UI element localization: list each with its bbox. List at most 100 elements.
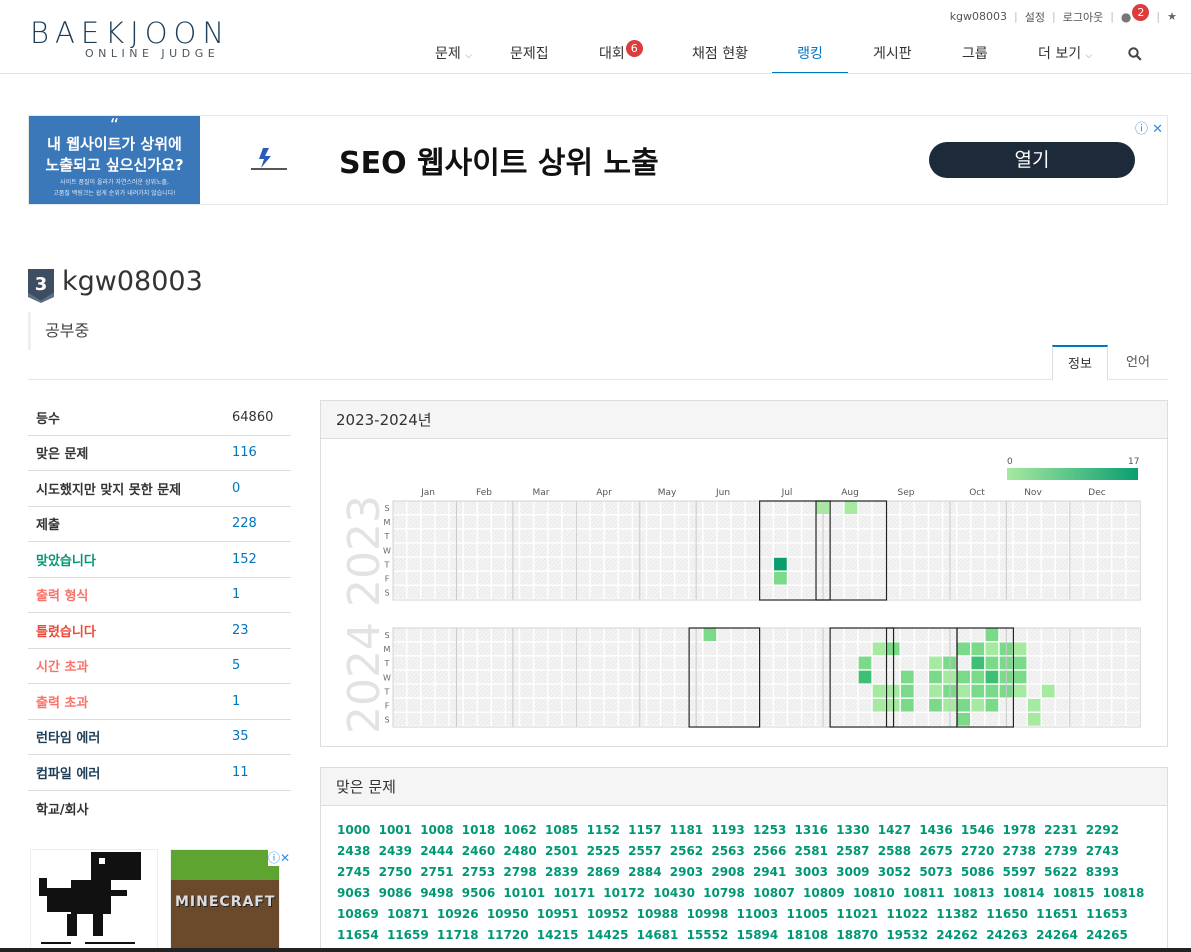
problem-link[interactable]: 11718 bbox=[437, 928, 479, 942]
problem-link[interactable]: 10172 bbox=[603, 886, 645, 900]
problem-link[interactable]: 2869 bbox=[587, 865, 620, 879]
problem-link[interactable]: 1253 bbox=[753, 823, 786, 837]
problem-link[interactable]: 1330 bbox=[836, 823, 869, 837]
problem-link[interactable]: 10798 bbox=[703, 886, 745, 900]
problem-link[interactable]: 2566 bbox=[753, 844, 786, 858]
problem-link[interactable]: 3052 bbox=[878, 865, 911, 879]
stat-value[interactable]: 228 bbox=[232, 516, 257, 531]
star-icon[interactable]: ★ bbox=[1167, 10, 1177, 23]
problem-link[interactable]: 10813 bbox=[953, 886, 995, 900]
problem-link[interactable]: 5622 bbox=[1044, 865, 1077, 879]
problem-link[interactable]: 10998 bbox=[687, 907, 729, 921]
problem-link[interactable]: 1181 bbox=[670, 823, 703, 837]
problem-link[interactable]: 10952 bbox=[587, 907, 629, 921]
problem-link[interactable]: 1316 bbox=[795, 823, 828, 837]
search-icon[interactable] bbox=[1128, 34, 1142, 74]
problem-link[interactable]: 18870 bbox=[836, 928, 878, 942]
problem-link[interactable]: 8393 bbox=[1086, 865, 1119, 879]
problem-link[interactable]: 2480 bbox=[503, 844, 536, 858]
problem-link[interactable]: 2525 bbox=[587, 844, 620, 858]
ad-banner[interactable]: “ 내 웹사이트가 상위에 노출되고 싶으신가요? 사이트 품질이 올라가 자연… bbox=[28, 115, 1168, 205]
problem-link[interactable]: 1062 bbox=[503, 823, 536, 837]
stat-value[interactable]: 35 bbox=[232, 729, 249, 744]
problem-link[interactable]: 2753 bbox=[462, 865, 495, 879]
problem-link[interactable]: 2751 bbox=[420, 865, 453, 879]
problem-link[interactable]: 1008 bbox=[420, 823, 453, 837]
problem-link[interactable]: 1157 bbox=[628, 823, 661, 837]
problem-link[interactable]: 2941 bbox=[753, 865, 786, 879]
problem-link[interactable]: 2501 bbox=[545, 844, 578, 858]
problem-link[interactable]: 10950 bbox=[487, 907, 529, 921]
problem-link[interactable]: 10171 bbox=[553, 886, 595, 900]
stat-value[interactable]: 1 bbox=[232, 587, 240, 602]
problem-link[interactable]: 2720 bbox=[961, 844, 994, 858]
problem-link[interactable]: 2675 bbox=[919, 844, 952, 858]
problem-link[interactable]: 10811 bbox=[903, 886, 945, 900]
problem-link[interactable]: 10869 bbox=[337, 907, 379, 921]
problem-link[interactable]: 10815 bbox=[1053, 886, 1095, 900]
problem-link[interactable]: 11651 bbox=[1036, 907, 1078, 921]
problem-link[interactable]: 1085 bbox=[545, 823, 578, 837]
problem-link[interactable]: 2231 bbox=[1044, 823, 1077, 837]
stat-value[interactable]: 23 bbox=[232, 623, 249, 638]
problem-link[interactable]: 2739 bbox=[1044, 844, 1077, 858]
problem-link[interactable]: 2908 bbox=[711, 865, 744, 879]
problem-link[interactable]: 2798 bbox=[503, 865, 536, 879]
tab-language[interactable]: 언어 bbox=[1112, 345, 1164, 381]
stat-value[interactable]: 152 bbox=[232, 552, 257, 567]
ad-open-button[interactable]: 열기 bbox=[929, 142, 1135, 178]
logout-link[interactable]: 로그아웃 bbox=[1063, 9, 1103, 25]
problem-link[interactable]: 2460 bbox=[462, 844, 495, 858]
problem-link[interactable]: 18108 bbox=[786, 928, 828, 942]
problem-link[interactable]: 10871 bbox=[387, 907, 429, 921]
problem-link[interactable]: 2903 bbox=[670, 865, 703, 879]
problem-link[interactable]: 2562 bbox=[670, 844, 703, 858]
problem-link[interactable]: 2581 bbox=[795, 844, 828, 858]
problem-link[interactable]: 11653 bbox=[1086, 907, 1128, 921]
problem-link[interactable]: 10810 bbox=[853, 886, 895, 900]
problem-link[interactable]: 1427 bbox=[878, 823, 911, 837]
problem-link[interactable]: 24265 bbox=[1086, 928, 1128, 942]
problem-link[interactable]: 19532 bbox=[886, 928, 928, 942]
side-ad[interactable]: MINECRAFT ⓘ✕ bbox=[30, 849, 290, 952]
problem-link[interactable]: 2563 bbox=[711, 844, 744, 858]
problem-link[interactable]: 1546 bbox=[961, 823, 994, 837]
problem-link[interactable]: 2884 bbox=[628, 865, 661, 879]
problem-link[interactable]: 5597 bbox=[1003, 865, 1036, 879]
problem-link[interactable]: 11654 bbox=[337, 928, 379, 942]
problem-link[interactable]: 3009 bbox=[836, 865, 869, 879]
problem-link[interactable]: 10988 bbox=[637, 907, 679, 921]
globe-icon[interactable]: ● bbox=[1121, 10, 1131, 24]
stat-value[interactable]: 1 bbox=[232, 694, 240, 709]
problem-link[interactable]: 14425 bbox=[587, 928, 629, 942]
problem-link[interactable]: 10430 bbox=[653, 886, 695, 900]
notification-badge[interactable]: 2 bbox=[1132, 4, 1150, 21]
problem-link[interactable]: 11003 bbox=[737, 907, 779, 921]
problem-link[interactable]: 10101 bbox=[503, 886, 545, 900]
problem-link[interactable]: 2587 bbox=[836, 844, 869, 858]
problem-link[interactable]: 2839 bbox=[545, 865, 578, 879]
nav-board[interactable]: 게시판 bbox=[873, 34, 912, 74]
stat-value[interactable]: 116 bbox=[232, 445, 257, 460]
problem-link[interactable]: 5073 bbox=[919, 865, 952, 879]
problem-link[interactable]: 11650 bbox=[986, 907, 1028, 921]
problem-link[interactable]: 1978 bbox=[1003, 823, 1036, 837]
problem-link[interactable]: 10809 bbox=[803, 886, 845, 900]
problem-link[interactable]: 5086 bbox=[961, 865, 994, 879]
problem-link[interactable]: 9498 bbox=[420, 886, 453, 900]
problem-link[interactable]: 1000 bbox=[337, 823, 370, 837]
problem-link[interactable]: 10814 bbox=[1003, 886, 1045, 900]
nav-more[interactable]: 더 보기 ⌵ bbox=[1038, 34, 1092, 74]
problem-link[interactable]: 24264 bbox=[1036, 928, 1078, 942]
problem-link[interactable]: 2557 bbox=[628, 844, 661, 858]
problem-link[interactable]: 24263 bbox=[986, 928, 1028, 942]
user-link[interactable]: kgw08003 bbox=[950, 10, 1007, 23]
nav-status[interactable]: 채점 현황 bbox=[692, 34, 748, 74]
problem-link[interactable]: 2292 bbox=[1086, 823, 1119, 837]
problem-link[interactable]: 9086 bbox=[379, 886, 412, 900]
ad-choices-icon[interactable]: ⓘ ✕ bbox=[1135, 118, 1163, 137]
problem-link[interactable]: 2750 bbox=[379, 865, 412, 879]
problem-link[interactable]: 11021 bbox=[836, 907, 878, 921]
stat-value[interactable]: 11 bbox=[232, 765, 249, 780]
problem-link[interactable]: 1152 bbox=[587, 823, 620, 837]
